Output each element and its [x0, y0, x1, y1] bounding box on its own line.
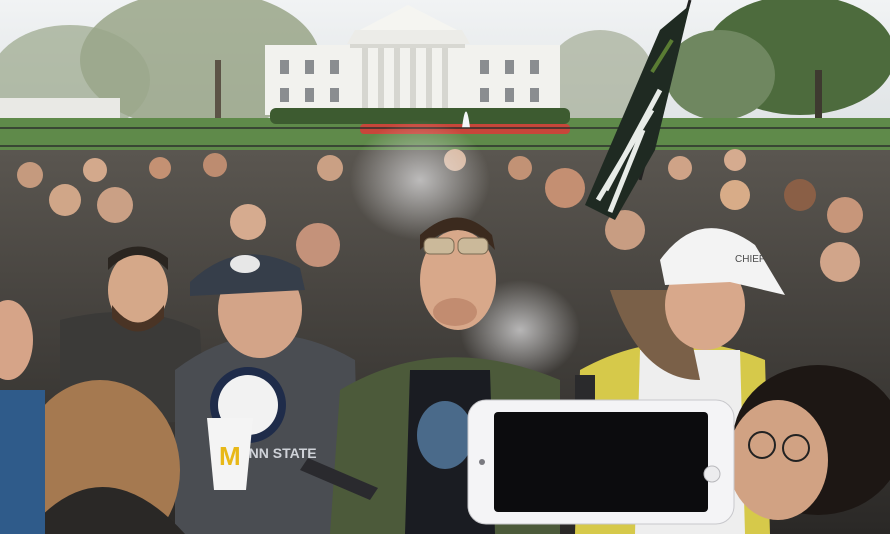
- photo: PENN STATE M CHIEF: [0, 0, 890, 534]
- cup-logo: M: [219, 441, 241, 471]
- home-button: [703, 465, 721, 483]
- cap-text: CHIEF: [735, 254, 765, 265]
- photo-canvas: PENN STATE M CHIEF: [0, 0, 890, 534]
- phone-screen: [494, 412, 708, 512]
- front-camera: [479, 459, 485, 465]
- paper-cup: M: [207, 418, 253, 490]
